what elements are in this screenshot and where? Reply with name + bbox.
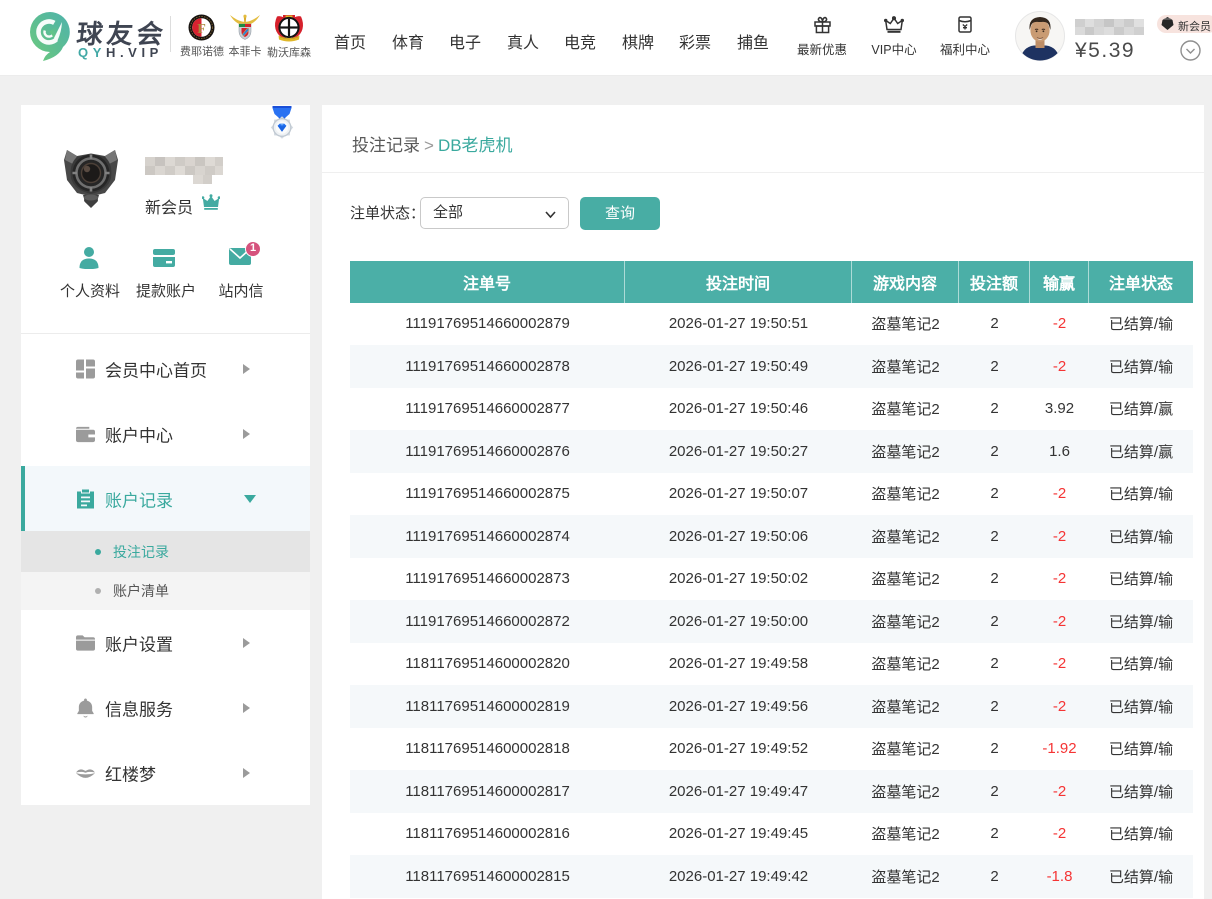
svg-text:F: F (197, 22, 206, 37)
